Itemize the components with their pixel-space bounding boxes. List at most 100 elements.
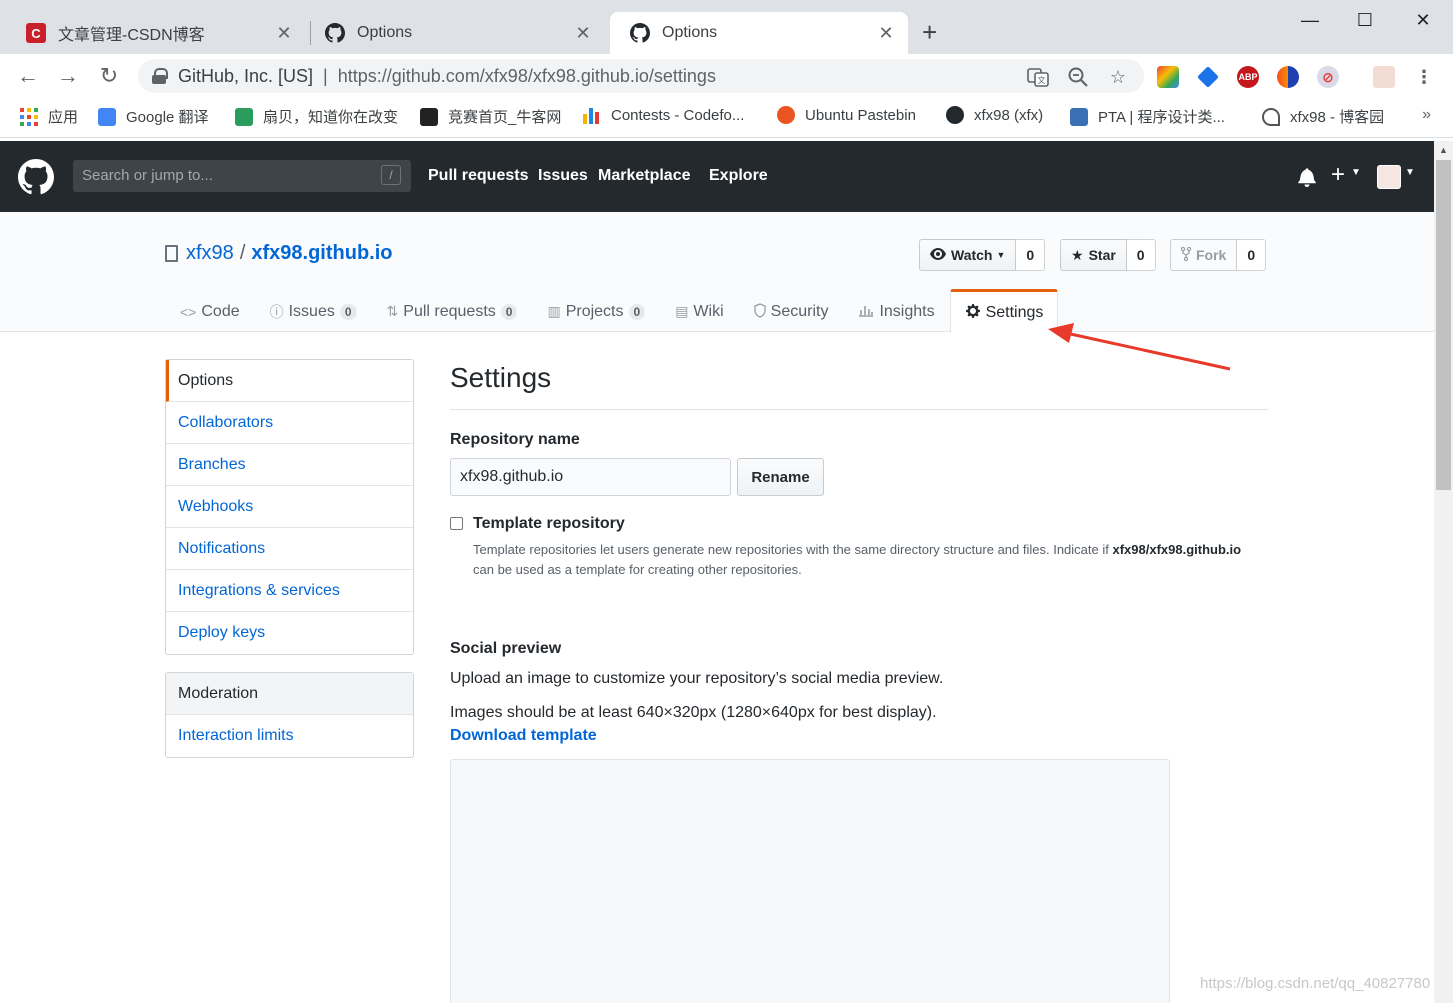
page-title: Settings (450, 362, 1268, 410)
header-nav-marketplace[interactable]: Marketplace (598, 167, 691, 185)
extension-blocked-icon[interactable]: ⊘ (1317, 66, 1339, 88)
github-search-input[interactable]: Search or jump to... / (73, 160, 411, 192)
sidebar-item-webhooks[interactable]: Webhooks (166, 486, 413, 528)
translate-icon[interactable]: 文 (1027, 66, 1049, 88)
bookmark-shanbay[interactable]: 扇贝，知道你在改变 (235, 106, 398, 127)
header-nav-pull-requests[interactable]: Pull requests (428, 167, 528, 185)
colorful-extension-icon[interactable] (1157, 66, 1179, 88)
bookmark-pta[interactable]: PTA | 程序设计类... (1070, 106, 1225, 127)
github-icon (630, 23, 650, 43)
template-repository-label[interactable]: Template repository (473, 515, 625, 533)
ubuntu-icon (777, 106, 795, 124)
watch-count[interactable]: 0 (1016, 239, 1046, 271)
browser-tabstrip: C 文章管理-CSDN博客 ✕ Options ✕ Options ✕ + — … (0, 0, 1453, 54)
watch-button-group: Watch ▼ 0 (919, 239, 1046, 271)
tab-pull-requests[interactable]: ⇅ Pull requests 0 (372, 288, 533, 332)
path-separator: / (239, 242, 246, 264)
tab-counter: 0 (500, 303, 518, 320)
fork-label: Fork (1196, 247, 1227, 263)
tab-settings[interactable]: Settings (949, 289, 1059, 333)
social-preview-image-area[interactable] (450, 759, 1170, 1003)
close-icon[interactable]: ✕ (876, 23, 896, 44)
plus-icon[interactable]: + (1331, 161, 1345, 189)
fork-icon (1180, 246, 1192, 264)
tab-label: Wiki (693, 302, 724, 320)
watermark-text: https://blog.csdn.net/qq_40827780 (1200, 975, 1431, 992)
new-tab-button[interactable]: + (922, 18, 937, 46)
chevron-down-icon: ▼ (996, 250, 1006, 260)
tab-counter: 0 (628, 303, 646, 320)
forward-button[interactable]: → (54, 62, 82, 90)
bookmark-label: PTA | 程序设计类... (1098, 109, 1225, 126)
sidebar-item-collaborators[interactable]: Collaborators (166, 402, 413, 444)
tab-title: Options (662, 24, 718, 41)
extension-swirl-icon[interactable] (1277, 66, 1299, 88)
rename-button[interactable]: Rename (737, 458, 824, 496)
sidebar-item-deploy-keys[interactable]: Deploy keys (166, 612, 413, 654)
browser-menu-icon[interactable]: ⋮ (1413, 66, 1435, 88)
maximize-window-button[interactable]: ☐ (1342, 6, 1388, 34)
tab-issues[interactable]: ⓘ Issues 0 (255, 288, 372, 332)
bookmark-github-profile[interactable]: xfx98 (xfx) (946, 106, 1043, 124)
tab-title: 文章管理-CSDN博客 (58, 27, 205, 44)
scroll-up-arrow-icon[interactable]: ▲ (1439, 145, 1448, 155)
bookmarks-bar: 应用 Google 翻译 扇贝，知道你在改变 竞赛首页_牛客网 Contests… (0, 98, 1453, 138)
address-bar[interactable]: GitHub, Inc. [US] | https://github.com/x… (138, 59, 1144, 93)
bookmark-ubuntu-pastebin[interactable]: Ubuntu Pastebin (777, 106, 916, 124)
bookmark-label: 扇贝，知道你在改变 (263, 109, 399, 126)
header-nav-issues[interactable]: Issues (538, 167, 588, 185)
avatar[interactable] (1377, 165, 1401, 189)
bookmark-codeforces[interactable]: Contests - Codefo... (583, 106, 744, 124)
watch-button[interactable]: Watch ▼ (919, 239, 1017, 271)
github-logo-icon[interactable] (18, 159, 54, 195)
svg-text:C: C (31, 26, 41, 41)
graph-icon (858, 303, 874, 320)
browser-tab-options-1[interactable]: Options ✕ (305, 12, 605, 54)
star-button[interactable]: ★ Star (1060, 239, 1127, 271)
back-button[interactable]: ← (14, 62, 42, 90)
fork-count[interactable]: 0 (1237, 239, 1267, 271)
bookmarks-overflow-button[interactable]: » (1422, 106, 1431, 124)
bookmark-apps[interactable]: 应用 (20, 106, 78, 127)
repo-name-link[interactable]: xfx98.github.io (251, 242, 392, 265)
tab-code[interactable]: <> Code (165, 288, 255, 332)
download-template-link[interactable]: Download template (450, 727, 597, 745)
sidebar-item-interaction-limits[interactable]: Interaction limits (166, 715, 413, 757)
repo-owner-link[interactable]: xfx98 (186, 242, 234, 265)
tab-security[interactable]: Security (739, 288, 844, 332)
close-window-button[interactable]: ✕ (1400, 6, 1446, 34)
browser-tab-options-active[interactable]: Options ✕ (610, 12, 908, 54)
tab-wiki[interactable]: ▤ Wiki (660, 288, 738, 332)
bell-icon[interactable] (1298, 167, 1316, 193)
note-text-pre: Template repositories let users generate… (473, 542, 1113, 557)
scrollbar-thumb[interactable] (1436, 160, 1451, 490)
browser-tab-csdn[interactable]: C 文章管理-CSDN博客 ✕ (6, 12, 306, 54)
sidebar-item-notifications[interactable]: Notifications (166, 528, 413, 570)
reload-button[interactable]: ↻ (95, 62, 123, 90)
profile-avatar-icon[interactable] (1373, 66, 1395, 88)
bookmark-google-translate[interactable]: Google 翻译 (98, 106, 209, 127)
star-count[interactable]: 0 (1126, 239, 1156, 271)
tab-insights[interactable]: Insights (843, 288, 949, 332)
fork-button[interactable]: Fork (1170, 239, 1238, 271)
template-repository-checkbox[interactable] (450, 517, 463, 530)
sidebar-item-branches[interactable]: Branches (166, 444, 413, 486)
header-nav-explore[interactable]: Explore (709, 167, 768, 185)
tab-projects[interactable]: ▥ Projects 0 (532, 288, 660, 332)
sidebar-item-integrations[interactable]: Integrations & services (166, 570, 413, 612)
minimize-window-button[interactable]: — (1287, 6, 1333, 34)
zoom-icon[interactable] (1067, 66, 1089, 88)
repository-name-label: Repository name (450, 431, 580, 448)
close-icon[interactable]: ✕ (274, 23, 294, 44)
issue-icon: ⓘ (269, 303, 284, 320)
bookmark-nowcoder[interactable]: 竞赛首页_牛客网 (420, 106, 561, 127)
bookmark-star-icon[interactable]: ☆ (1107, 66, 1129, 88)
adblock-icon[interactable]: ABP (1237, 66, 1259, 88)
repository-name-input[interactable] (450, 458, 731, 496)
sidebar-item-options[interactable]: Options (166, 360, 413, 402)
github-icon (946, 106, 964, 124)
page-scrollbar[interactable]: ▲ (1434, 141, 1453, 1003)
extension-diamond-icon[interactable] (1197, 66, 1219, 88)
bookmark-cnblogs[interactable]: xfx98 - 博客园 (1262, 106, 1384, 127)
close-icon[interactable]: ✕ (573, 23, 593, 44)
